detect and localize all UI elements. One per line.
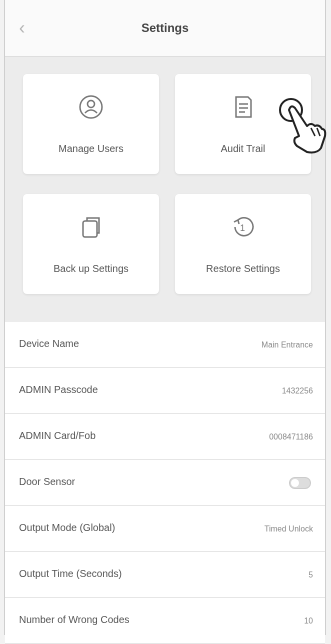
svg-text:1: 1 xyxy=(240,223,245,233)
restore-settings-tile[interactable]: 1 Restore Settings xyxy=(175,194,311,294)
row-label: Number of Wrong Codes xyxy=(19,614,130,626)
header-bar: ‹ Settings xyxy=(5,0,325,57)
manage-users-tile[interactable]: Manage Users xyxy=(23,74,159,174)
back-up-settings-tile[interactable]: Back up Settings xyxy=(23,194,159,294)
wrong-codes-row[interactable]: Number of Wrong Codes 10 xyxy=(5,598,325,644)
output-time-row[interactable]: Output Time (Seconds) 5 xyxy=(5,552,325,598)
row-value: 0008471186 xyxy=(269,432,313,441)
row-value: Main Entrance xyxy=(261,340,313,349)
restore-icon: 1 xyxy=(233,216,254,237)
admin-card-fob-row[interactable]: ADMIN Card/Fob 0008471186 xyxy=(5,414,325,460)
output-mode-row[interactable]: Output Mode (Global) Timed Unlock xyxy=(5,506,325,552)
tile-label: Back up Settings xyxy=(53,264,129,275)
row-value: 5 xyxy=(308,570,313,579)
tile-label: Restore Settings xyxy=(206,264,280,275)
backup-icon xyxy=(82,217,100,238)
row-label: ADMIN Passcode xyxy=(19,384,98,396)
page-title: Settings xyxy=(141,21,189,35)
row-value: 1432256 xyxy=(281,386,313,395)
tile-label: Manage Users xyxy=(58,144,124,155)
phone-screen: ‹ Settings Manage Users Audit Trail Back… xyxy=(4,0,327,644)
row-label: Door Sensor xyxy=(19,476,76,488)
row-value: 10 xyxy=(304,616,313,625)
row-value: Timed Unlock xyxy=(264,524,313,533)
row-label: ADMIN Card/Fob xyxy=(19,430,96,442)
row-label: Device Name xyxy=(19,338,80,350)
pointing-hand-icon xyxy=(279,98,327,154)
door-sensor-row: Door Sensor xyxy=(5,460,325,506)
user-icon xyxy=(79,95,103,119)
row-label: Output Time (Seconds) xyxy=(19,568,122,580)
door-sensor-toggle[interactable] xyxy=(289,476,311,489)
settings-list: Device Name Main Entrance ADMIN Passcode… xyxy=(5,322,325,644)
row-label: Output Mode (Global) xyxy=(19,522,116,534)
document-icon xyxy=(235,96,252,118)
admin-passcode-row[interactable]: ADMIN Passcode 1432256 xyxy=(5,368,325,414)
device-name-row[interactable]: Device Name Main Entrance xyxy=(5,322,325,368)
